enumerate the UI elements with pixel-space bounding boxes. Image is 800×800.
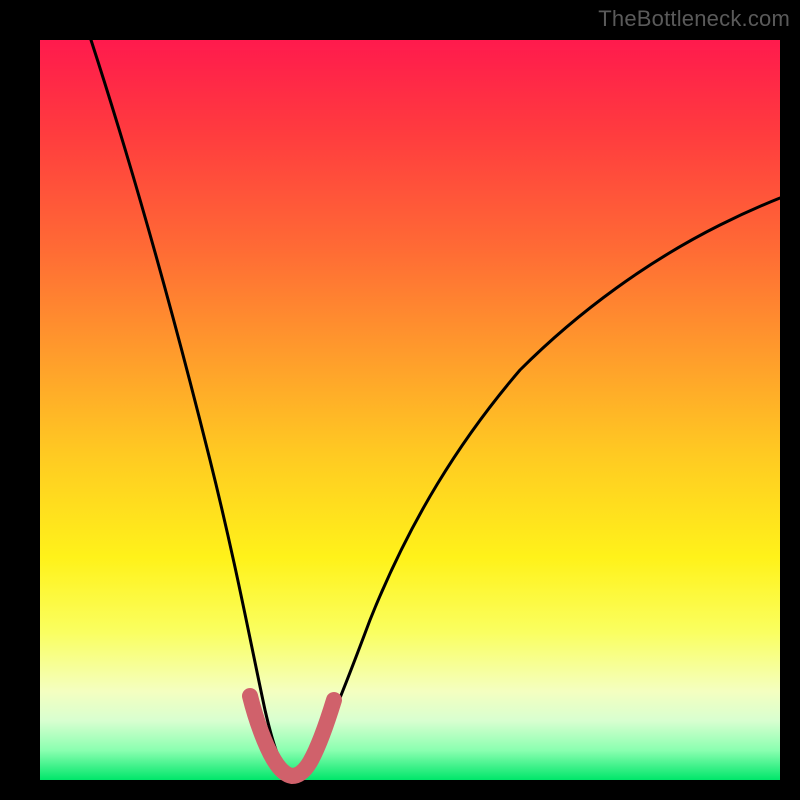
pink-accent-path [250,696,334,776]
plot-area [40,40,780,780]
chart-svg [40,40,780,780]
black-curve-path [91,40,780,774]
chart-frame: TheBottleneck.com [0,0,800,800]
watermark-text: TheBottleneck.com [598,6,790,32]
